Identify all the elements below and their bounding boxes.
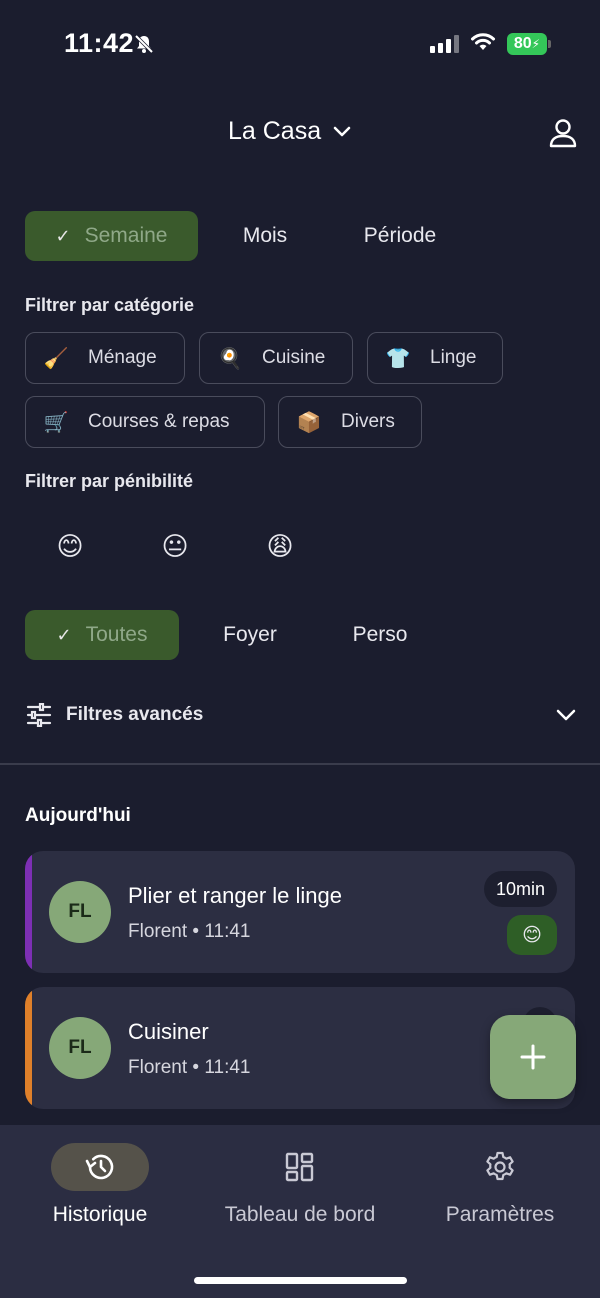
household-title: La Casa [228,117,322,145]
task-user: Florent [128,1057,188,1078]
wifi-icon [470,32,496,57]
tab-label: Mois [242,224,288,247]
sliders-icon [26,703,52,727]
avatar: FL [49,1017,111,1079]
history-icon [85,1154,114,1180]
penibility-hard-button[interactable]: 😩 [264,530,296,562]
nav-icon-container [451,1143,549,1191]
penibility-easy-button[interactable]: 😊 [54,530,86,562]
separator-dot: • [192,921,205,942]
chip-label: Divers [341,411,395,432]
penibility-badge: 😊 [507,915,557,955]
bottom-navigation: Historique Tableau de bord Paramètres [0,1125,600,1298]
check-icon: ✓ [56,624,72,645]
task-time: 11:41 [204,1057,251,1078]
chip-divers[interactable]: 📦 Divers [278,396,422,448]
bell-off-icon [134,34,154,59]
home-indicator [194,1277,407,1284]
tab-periode[interactable]: Période [340,211,460,261]
nav-label: Tableau de bord [224,1203,376,1226]
task-meta: Florent • 11:41 [128,1057,251,1079]
nav-historique[interactable]: Historique [0,1125,200,1245]
status-time: 11:42 [64,28,135,58]
nav-label: Paramètres [445,1203,555,1226]
task-title: Cuisiner [128,1019,209,1044]
separator-dot: • [192,1057,205,1078]
day-header: Aujourd'hui [25,805,131,826]
nav-label: Historique [52,1203,148,1226]
task-time: 11:41 [204,921,251,942]
tab-foyer[interactable]: Foyer [200,610,300,660]
chip-label: Courses & repas [88,411,230,432]
duration-badge: 10min [483,871,557,907]
advanced-filters-toggle[interactable]: Filtres avancés [26,700,576,730]
penibility-medium-button[interactable]: 😐 [159,530,191,562]
tab-label: Période [363,224,437,247]
plus-icon [520,1044,546,1070]
battery-tip [548,40,551,48]
avatar: FL [49,881,111,943]
category-color-bar [25,987,32,1109]
chevron-down-icon [333,126,351,136]
tab-toutes[interactable]: ✓ Toutes [25,610,179,660]
advanced-filters-label: Filtres avancés [66,704,204,725]
chip-linge[interactable]: 👕 Linge [367,332,503,384]
task-card[interactable]: FL Plier et ranger le linge Florent • 11… [25,851,575,973]
tab-label: Toutes [85,623,148,646]
add-task-button[interactable] [490,1015,576,1099]
tab-label: Semaine [84,224,168,247]
gear-icon [486,1151,514,1181]
chevron-down-icon [556,709,576,721]
nav-active-indicator [51,1143,149,1191]
category-color-bar [25,851,32,973]
package-icon: 📦 [296,411,322,434]
task-meta: Florent • 11:41 [128,921,251,943]
check-icon: ✓ [55,225,71,246]
household-selector[interactable]: La Casa [228,117,351,146]
chip-label: Ménage [88,347,157,368]
nav-parametres[interactable]: Paramètres [400,1125,600,1245]
task-title: Plier et ranger le linge [128,883,343,908]
nav-tableau-de-bord[interactable]: Tableau de bord [200,1125,400,1245]
tab-label: Foyer [223,623,277,646]
broom-icon: 🧹 [43,347,69,370]
category-filter-label: Filtrer par catégorie [25,295,195,315]
battery-indicator: 80 ⚡ [507,33,547,55]
chip-menage[interactable]: 🧹 Ménage [25,332,185,384]
section-divider [0,763,600,765]
chip-label: Cuisine [262,347,326,368]
frying-pan-icon: 🍳 [217,347,243,370]
dashboard-icon [285,1152,314,1182]
profile-icon[interactable] [549,118,577,153]
chip-courses-repas[interactable]: 🛒 Courses & repas [25,396,265,448]
nav-icon-container [251,1143,349,1191]
cellular-signal-icon [430,35,459,53]
tshirt-icon: 👕 [385,347,411,370]
chip-cuisine[interactable]: 🍳 Cuisine [199,332,353,384]
tab-label: Perso [352,623,408,646]
chip-label: Linge [430,347,477,368]
task-user: Florent [128,921,188,942]
tab-perso[interactable]: Perso [330,610,430,660]
tab-mois[interactable]: Mois [215,211,315,261]
tab-semaine[interactable]: ✓ Semaine [25,211,198,261]
penibility-filter-label: Filtrer par pénibilité [25,471,194,491]
shopping-cart-icon: 🛒 [43,411,69,434]
